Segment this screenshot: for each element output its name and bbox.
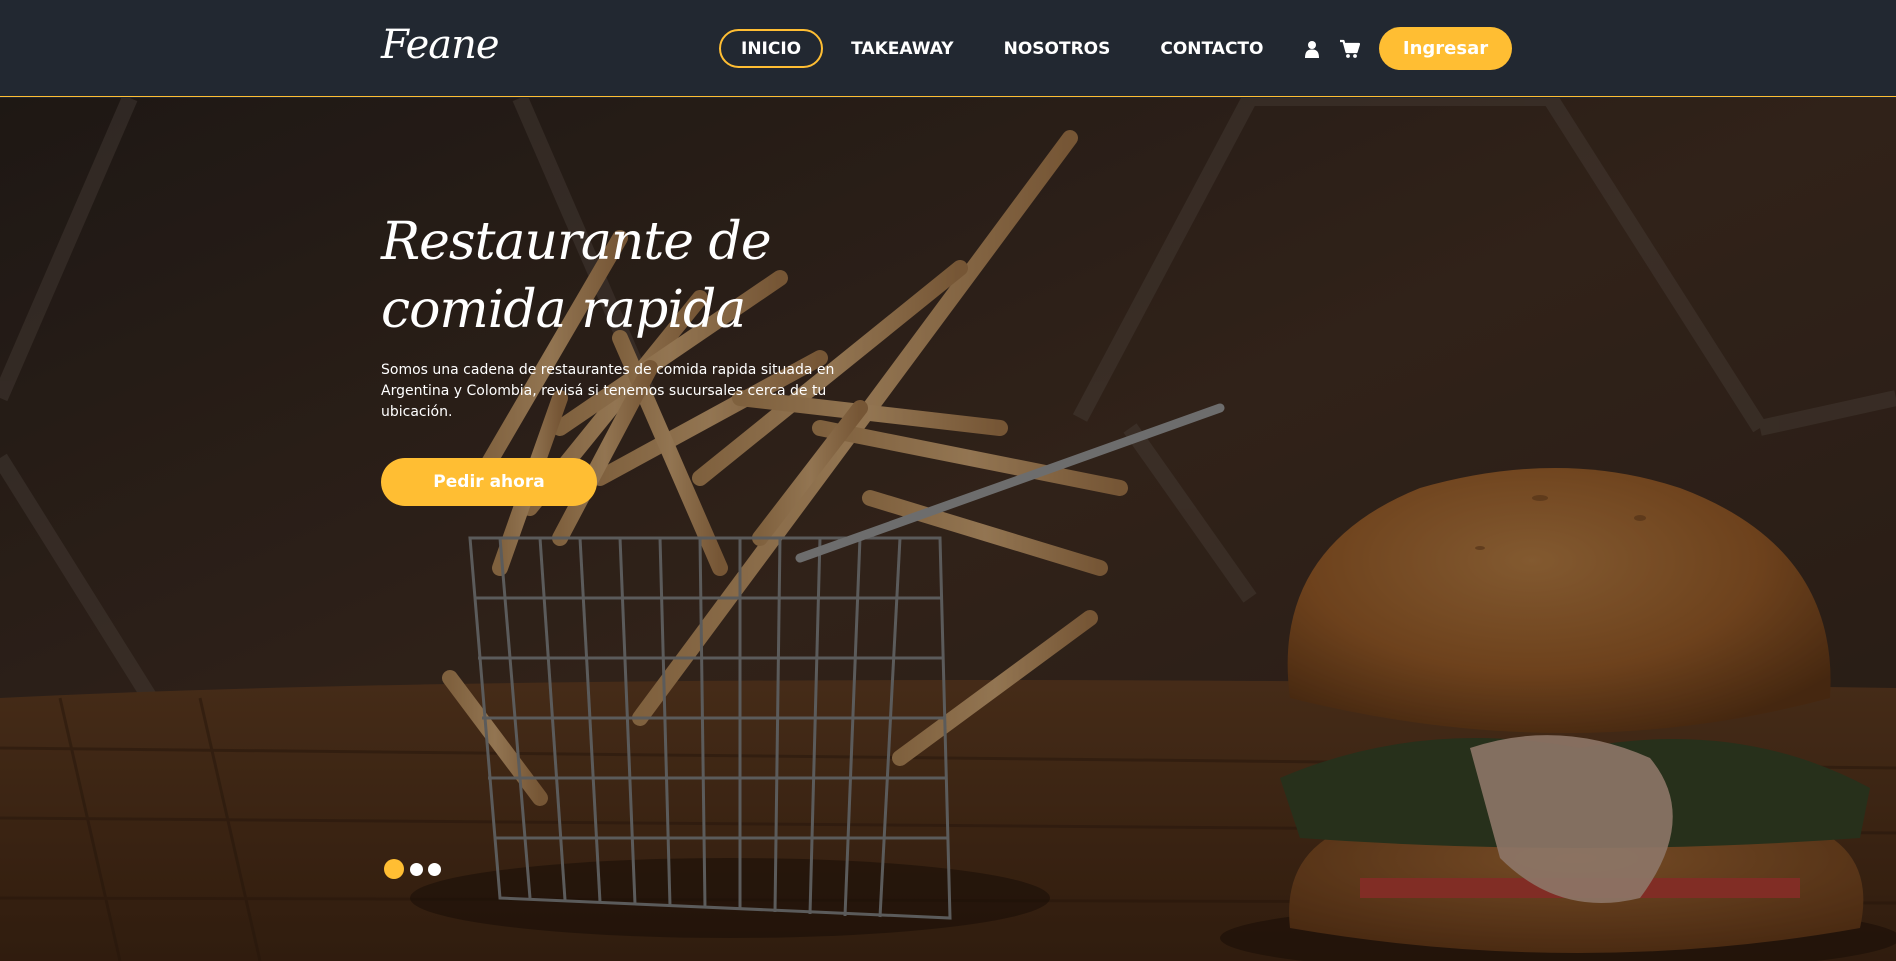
nav-item-takeaway[interactable]: TAKEAWAY: [829, 29, 975, 68]
main-nav: INICIO TAKEAWAY NOSOTROS CONTACTO: [719, 29, 1291, 68]
carousel-dot-1[interactable]: [384, 859, 404, 879]
nav-item-nosotros[interactable]: NOSOTROS: [982, 29, 1133, 68]
user-icon[interactable]: [1305, 40, 1319, 58]
nav-item-contacto[interactable]: CONTACTO: [1138, 29, 1285, 68]
nav-item-inicio[interactable]: INICIO: [719, 29, 824, 68]
site-header: Feane INICIO TAKEAWAY NOSOTROS CONTACTO …: [0, 0, 1896, 97]
brand-logo[interactable]: Feane: [381, 22, 500, 68]
hero-section: Restaurante de comida rapida Somos una c…: [0, 98, 1896, 961]
order-now-button[interactable]: Pedir ahora: [381, 458, 597, 506]
hero-description: Somos una cadena de restaurantes de comi…: [381, 362, 835, 420]
carousel-indicators: [384, 859, 446, 879]
carousel-dot-2[interactable]: [410, 862, 423, 876]
login-button[interactable]: Ingresar: [1379, 27, 1512, 70]
hero-content: Restaurante de comida rapida Somos una c…: [381, 208, 901, 506]
page: Feane INICIO TAKEAWAY NOSOTROS CONTACTO …: [0, 0, 1896, 961]
cart-icon[interactable]: [1340, 39, 1360, 59]
carousel-dot-3[interactable]: [428, 862, 441, 876]
hero-title: Restaurante de comida rapida: [381, 212, 772, 340]
hero-background-image: [0, 98, 1896, 961]
